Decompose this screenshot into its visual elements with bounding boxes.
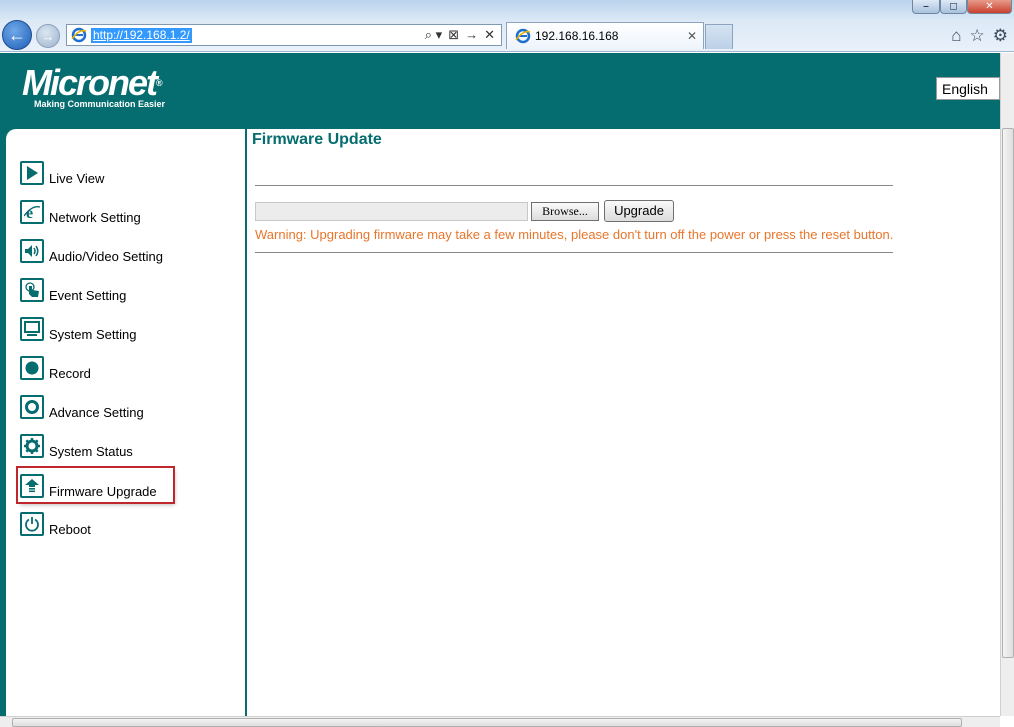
sidebar-item-label: Network Setting xyxy=(49,210,141,225)
back-button[interactable]: ← xyxy=(2,20,32,50)
forward-arrow-icon: → xyxy=(41,28,55,44)
address-url[interactable]: http://192.168.1.2/ xyxy=(91,27,192,43)
sidebar-item-live-view[interactable]: Live View xyxy=(20,157,105,186)
ie-page-icon xyxy=(71,27,87,43)
gear-icon xyxy=(20,434,44,458)
sidebar-item-event-setting[interactable]: Event Setting xyxy=(20,274,127,303)
logo-registered-mark: ® xyxy=(156,78,162,88)
ie-page-icon xyxy=(515,28,531,44)
sidebar-item-label: Firmware Upgrade xyxy=(49,484,157,499)
minimize-button[interactable]: – xyxy=(912,0,940,14)
forward-button[interactable]: → xyxy=(36,24,60,48)
horizontal-scroll-thumb[interactable] xyxy=(12,718,962,727)
browse-button[interactable]: Browse... xyxy=(531,202,599,221)
monitor-icon xyxy=(20,317,44,341)
logo-brand: Micronet xyxy=(22,62,158,103)
tab-close-icon[interactable]: ✕ xyxy=(687,29,697,43)
language-select[interactable]: English xyxy=(936,77,1000,100)
page-title: Firmware Update xyxy=(252,131,382,148)
record-icon xyxy=(20,356,44,380)
new-tab-button[interactable] xyxy=(705,24,733,49)
play-icon xyxy=(20,161,44,185)
page-header: Micronet® Making Communication Easier En… xyxy=(0,53,1000,129)
divider xyxy=(255,252,893,253)
sidebar-item-label: System Status xyxy=(49,444,133,459)
home-icon[interactable]: ⌂ xyxy=(951,26,961,46)
sidebar-item-system-setting[interactable]: System Setting xyxy=(20,313,137,342)
sidebar-item-record[interactable]: Record xyxy=(20,352,91,381)
firmware-file-input[interactable] xyxy=(255,202,528,221)
maximize-button[interactable]: ◻ xyxy=(940,0,967,14)
upgrade-warning: Warning: Upgrading firmware may take a f… xyxy=(255,227,894,242)
sidebar-item-label: Advance Setting xyxy=(49,405,144,420)
sidebar-item-audio-video-setting[interactable]: Audio/Video Setting xyxy=(20,235,163,264)
compatibility-icon[interactable]: ⊠ xyxy=(448,27,459,43)
main-content: Firmware Update Browse... Upgrade Warnin… xyxy=(247,129,1000,716)
divider xyxy=(255,185,893,186)
sidebar-item-system-status[interactable]: System Status xyxy=(20,430,133,459)
search-dropdown-icon[interactable]: ⌕ ▾ xyxy=(425,27,442,43)
sidebar-item-firmware-upgrade[interactable]: Firmware Upgrade xyxy=(16,466,175,504)
web-page: Micronet® Making Communication Easier En… xyxy=(0,53,1000,716)
browser-tab[interactable]: 192.168.16.168 ✕ xyxy=(506,22,704,49)
browser-chrome: – ◻ ✕ ← → http://192.168.1.2/ ⌕ ▾ ⊠ → ✕ … xyxy=(0,0,1014,52)
vertical-scroll-thumb[interactable] xyxy=(1002,128,1014,658)
micronet-logo: Micronet® Making Communication Easier xyxy=(22,62,166,110)
stop-icon[interactable]: ✕ xyxy=(484,27,495,43)
browser-toolbar-icons: ⌂ ☆ ⚙ xyxy=(951,26,1008,46)
tab-title: 192.168.16.168 xyxy=(535,29,619,43)
gear-icon[interactable]: ⚙ xyxy=(993,26,1008,46)
sidebar-item-reboot[interactable]: Reboot xyxy=(20,508,91,537)
sidebar-item-label: Event Setting xyxy=(49,288,127,303)
sidebar-item-label: Reboot xyxy=(49,522,91,537)
sidebar-nav: Live View e Network Setting Audio/Video … xyxy=(6,129,245,716)
vertical-scrollbar[interactable] xyxy=(1000,53,1014,716)
ring-icon xyxy=(20,395,44,419)
upgrade-button[interactable]: Upgrade xyxy=(604,200,674,222)
sidebar-item-label: Live View xyxy=(49,171,105,186)
upload-icon xyxy=(20,474,44,498)
sidebar-item-network-setting[interactable]: e Network Setting xyxy=(20,196,141,225)
logo-tagline: Making Communication Easier xyxy=(34,99,166,109)
ie-icon: e xyxy=(20,200,44,224)
sidebar-item-label: System Setting xyxy=(49,327,137,342)
power-icon xyxy=(20,512,44,536)
address-tools: ⌕ ▾ ⊠ → ✕ xyxy=(425,27,501,43)
touch-icon xyxy=(20,278,44,302)
sidebar-item-label: Audio/Video Setting xyxy=(49,249,163,264)
close-window-button[interactable]: ✕ xyxy=(967,0,1012,14)
sidebar-item-label: Record xyxy=(49,366,91,381)
go-icon[interactable]: → xyxy=(465,27,478,43)
speaker-icon xyxy=(20,239,44,263)
horizontal-scrollbar[interactable] xyxy=(0,716,1000,727)
back-arrow-icon: ← xyxy=(8,24,26,45)
star-icon[interactable]: ☆ xyxy=(970,26,985,46)
address-bar[interactable]: http://192.168.1.2/ ⌕ ▾ ⊠ → ✕ xyxy=(66,24,502,46)
sidebar-item-advance-setting[interactable]: Advance Setting xyxy=(20,391,144,420)
